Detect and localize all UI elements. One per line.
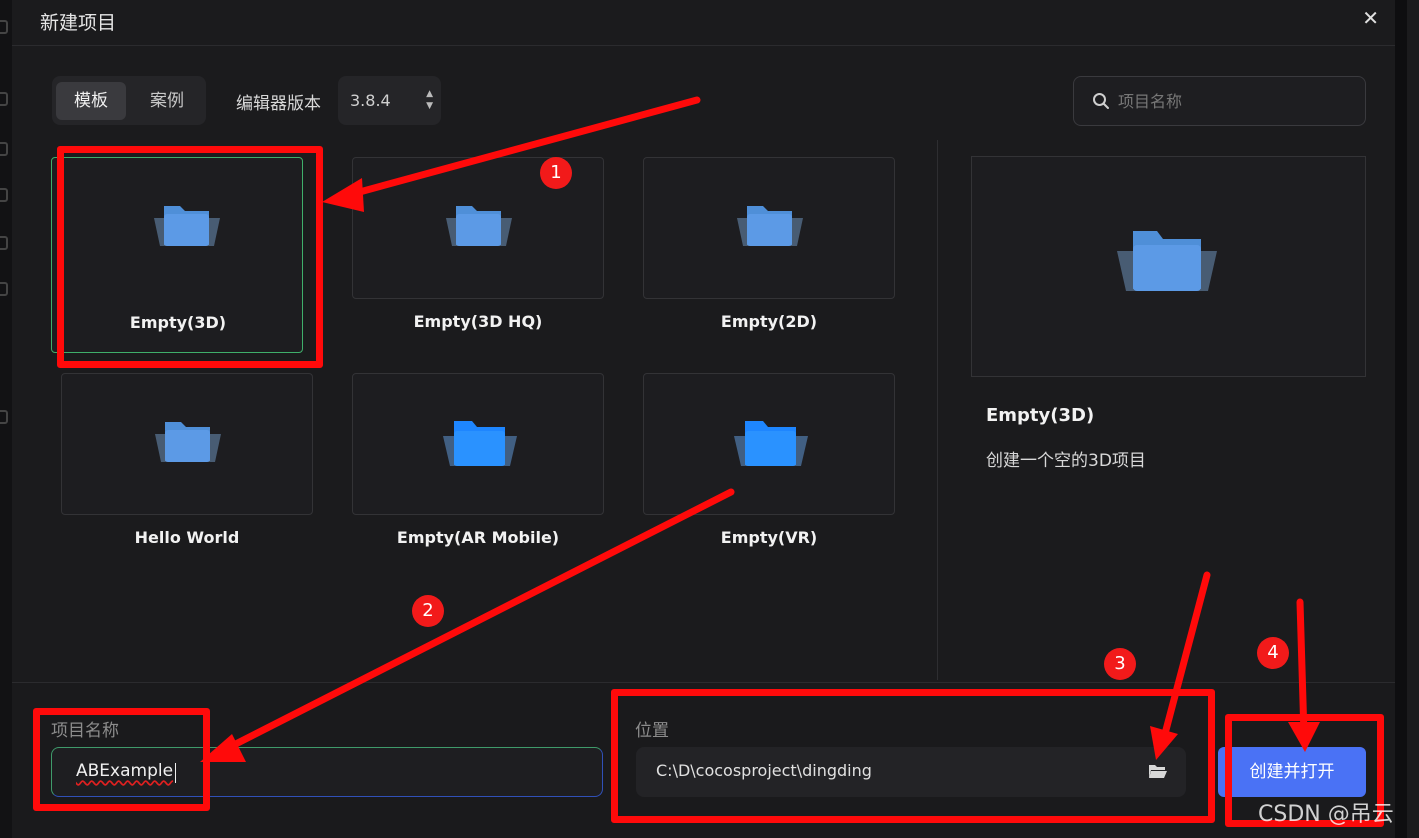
tab-switcher: 模板 案例 [52, 76, 206, 125]
location-label: 位置 [635, 721, 669, 741]
background-app-strip [0, 0, 12, 838]
location-field[interactable]: C:\D\cocosproject\dingding [636, 747, 1186, 797]
project-name-label: 项目名称 [51, 721, 119, 741]
window-edge [1395, 0, 1407, 838]
template-name: Hello World [134, 528, 240, 547]
template-card-empty-3d[interactable]: Empty(3D) [51, 157, 303, 353]
tab-examples[interactable]: 案例 [138, 82, 196, 120]
project-name-value: ABExample [76, 761, 174, 781]
preview-title: Empty(3D) [986, 405, 1095, 426]
template-name: Empty(3D) [129, 313, 227, 332]
folder-icon [737, 206, 803, 246]
tab-templates[interactable]: 模板 [56, 82, 126, 120]
template-card-empty-2d[interactable] [643, 157, 895, 299]
template-name: Empty(AR Mobile) [396, 528, 560, 547]
close-icon[interactable]: ✕ [1362, 6, 1379, 30]
project-name-field[interactable]: ABExample [51, 747, 603, 797]
template-name: Empty(3D HQ) [413, 312, 543, 331]
template-preview [971, 156, 1366, 377]
template-card-empty-ar-mobile[interactable] [352, 373, 604, 515]
search-icon [1093, 93, 1109, 109]
folder-icon [734, 421, 808, 466]
editor-version-select[interactable]: 3.8.4 ▲ ▼ [338, 76, 441, 125]
spinner-arrows-icon: ▲ ▼ [426, 89, 433, 111]
editor-version-label: 编辑器版本 [236, 94, 321, 114]
template-card-empty-3d-hq[interactable] [352, 157, 604, 299]
divider [937, 140, 938, 680]
template-name: Empty(VR) [720, 528, 818, 547]
dialog-title: 新建项目 [40, 12, 117, 34]
folder-icon [155, 422, 221, 462]
search-input[interactable] [1118, 87, 1348, 115]
template-name: Empty(2D) [720, 312, 818, 331]
folder-icon [446, 206, 512, 246]
folder-open-icon[interactable] [1148, 763, 1168, 779]
text-caret [175, 763, 176, 783]
location-value: C:\D\cocosproject\dingding [656, 761, 872, 780]
create-and-open-button[interactable]: 创建并打开 [1218, 747, 1366, 797]
template-card-empty-vr[interactable] [643, 373, 895, 515]
title-bar: 新建项目 ✕ [12, 0, 1407, 46]
folder-icon [1117, 231, 1217, 291]
template-card-hello-world[interactable] [61, 373, 313, 515]
new-project-dialog: 新建项目 ✕ 模板 案例 编辑器版本 3.8.4 ▲▼ Empty(3D) Em [12, 0, 1407, 838]
folder-icon [443, 421, 517, 466]
folder-icon [154, 206, 220, 246]
search-box[interactable] [1073, 76, 1366, 126]
editor-version-value: 3.8.4 [350, 91, 391, 110]
preview-description: 创建一个空的3D项目 [986, 451, 1146, 471]
